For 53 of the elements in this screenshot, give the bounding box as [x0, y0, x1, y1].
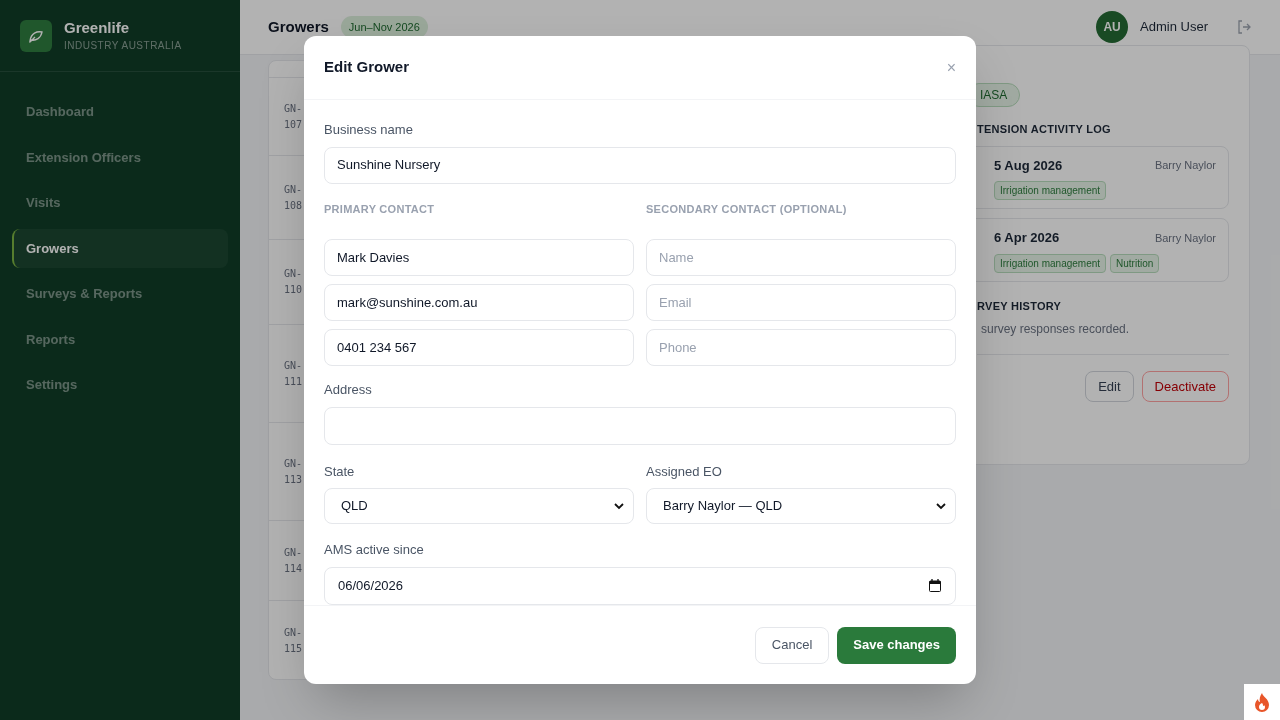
field-label: Business name [324, 121, 414, 139]
officer-name: Barry Naylor [1154, 158, 1216, 173]
section-heading: PRIMARY CONTACT [324, 201, 436, 217]
field-label: Address [324, 381, 373, 399]
grower-code: GN- 114 [284, 545, 303, 576]
edit-button[interactable]: Edit [1085, 371, 1134, 402]
input-field[interactable]: Email [646, 284, 956, 321]
cancel-button[interactable]: Cancel [754, 626, 830, 664]
input-field[interactable]: Phone [646, 329, 956, 366]
page-title: Growers [268, 16, 329, 37]
user-name: Admin User [1140, 18, 1208, 37]
grower-code: GN- 111 [284, 358, 303, 389]
officer-name: Barry Naylor [1154, 230, 1216, 246]
input-field[interactable]: Name [646, 239, 956, 276]
chevron-down-icon [613, 500, 625, 512]
logout-icon[interactable] [1236, 19, 1252, 35]
calendar-icon[interactable] [929, 579, 941, 592]
leaf-logo-icon [20, 19, 52, 52]
user-avatar[interactable]: AU [1096, 11, 1129, 43]
address-field[interactable] [324, 406, 956, 445]
input-field[interactable]: mark@sunshine.com.au [324, 284, 634, 321]
grower-code: GN- 108 [284, 182, 303, 213]
dialog-title: Edit Grower [324, 57, 409, 78]
section-heading: SECONDARY CONTACT (OPTIONAL) [646, 201, 848, 217]
topic-tag: Irrigation management [994, 253, 1107, 273]
brand-name: Greenlife [64, 18, 131, 38]
empty-state-text: survey responses recorded. [981, 321, 1131, 338]
input-field[interactable]: 0401 234 567 [324, 329, 634, 366]
field-label: State [324, 462, 356, 481]
date-field[interactable]: 06/06/2026 [324, 566, 956, 605]
grower-code: GN- 113 [284, 456, 303, 487]
field-label: Assigned EO [646, 462, 723, 481]
topic-tag: Nutrition [1110, 253, 1160, 273]
period-badge: Jun–Nov 2026 [340, 15, 428, 39]
input-field[interactable]: Mark Davies [324, 239, 634, 276]
activity-date: 6 Apr 2026 [994, 229, 1060, 247]
flame-icon [1254, 692, 1270, 712]
topic-tag: Irrigation management [994, 181, 1107, 200]
grower-code: GN- 107 [284, 101, 303, 132]
input-field[interactable]: Sunshine Nursery [324, 146, 956, 184]
eo-select[interactable]: Barry Naylor — QLD [646, 488, 956, 524]
state-select[interactable]: QLD [324, 488, 634, 524]
section-heading: RVEY HISTORY [977, 298, 1063, 314]
deactivate-button[interactable]: Deactivate [1141, 371, 1229, 402]
section-heading: TENSION ACTIVITY LOG [977, 122, 1112, 137]
save-button[interactable]: Save changes [837, 626, 956, 664]
field-label: AMS active since [324, 541, 425, 559]
grower-code: GN- 115 [284, 625, 303, 656]
app-badge[interactable] [1244, 684, 1280, 720]
grower-code: GN- 110 [284, 267, 303, 297]
chevron-down-icon [935, 500, 947, 512]
brand-tagline: INDUSTRY AUSTRALIA [64, 39, 182, 53]
activity-date: 5 Aug 2026 [994, 156, 1063, 175]
